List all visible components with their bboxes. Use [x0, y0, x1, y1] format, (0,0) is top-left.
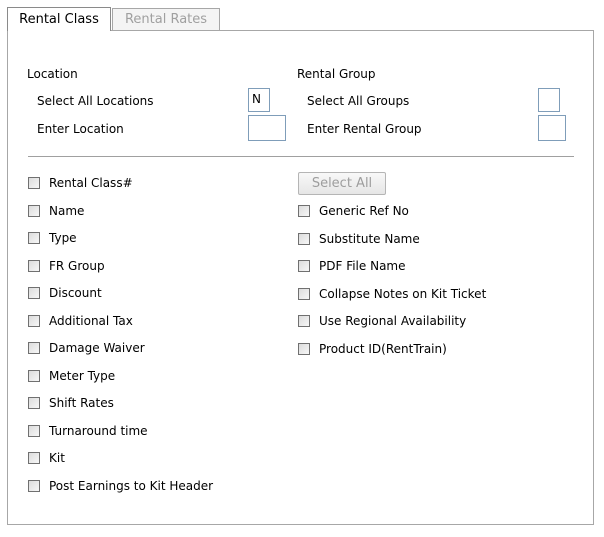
- checkbox-label: Kit: [49, 451, 65, 465]
- checkbox[interactable]: [298, 342, 310, 355]
- select-all-button[interactable]: Select All: [298, 172, 386, 195]
- checkbox-row[interactable]: Rental Class#: [28, 176, 133, 190]
- checkbox-row[interactable]: Shift Rates: [28, 396, 114, 410]
- select-all-groups-field[interactable]: [538, 88, 560, 112]
- checkbox-label: Post Earnings to Kit Header: [49, 478, 214, 493]
- checkbox-row[interactable]: Damage Waiver: [28, 341, 145, 355]
- checkbox[interactable]: [298, 205, 310, 217]
- rental-group-heading: Rental Group: [297, 67, 376, 81]
- checkbox-label: Shift Rates: [49, 396, 114, 410]
- checkbox-label: Turnaround time: [49, 423, 148, 438]
- checkbox-row[interactable]: Use Regional Availability: [298, 314, 466, 328]
- select-all-locations-label: Select All Locations: [37, 94, 154, 108]
- checkbox-row[interactable]: Name: [28, 204, 84, 218]
- checkbox-label: Type: [49, 231, 77, 245]
- checkbox-label: Generic Ref No: [319, 204, 409, 218]
- checkbox[interactable]: [28, 479, 40, 492]
- tab-rental-rates[interactable]: Rental Rates: [112, 8, 220, 30]
- checkbox-label: Meter Type: [49, 368, 116, 383]
- checkbox-row[interactable]: Collapse Notes on Kit Ticket: [298, 287, 486, 301]
- checkbox[interactable]: [298, 260, 310, 272]
- location-heading: Location: [27, 67, 78, 81]
- checkbox[interactable]: [28, 452, 40, 464]
- checkbox-label: Substitute Name: [319, 231, 420, 246]
- checkbox[interactable]: [298, 287, 310, 300]
- enter-rental-group-field[interactable]: [538, 115, 566, 141]
- checkbox-label: Rental Class#: [49, 176, 133, 190]
- checkbox-row[interactable]: Discount: [28, 286, 102, 300]
- tab-rental-class[interactable]: Rental Class: [7, 7, 111, 31]
- tab-rental-class-label: Rental Class: [19, 12, 99, 27]
- checkbox[interactable]: [28, 232, 40, 244]
- checkbox-label: PDF File Name: [319, 259, 406, 273]
- checkbox-row[interactable]: Meter Type: [28, 369, 115, 383]
- checkbox-label: Damage Waiver: [49, 341, 145, 355]
- enter-rental-group-label: Enter Rental Group: [307, 122, 422, 136]
- checkbox-row[interactable]: FR Group: [28, 259, 105, 273]
- checkbox[interactable]: [28, 204, 40, 217]
- checkbox[interactable]: [298, 232, 310, 245]
- checkbox-label: Use Regional Availability: [319, 314, 467, 328]
- tab-rental-rates-label: Rental Rates: [124, 12, 208, 27]
- section-divider: [28, 156, 574, 158]
- checkbox-row[interactable]: Substitute Name: [298, 232, 420, 246]
- checkbox-row[interactable]: PDF File Name: [298, 259, 406, 273]
- checkbox[interactable]: [28, 259, 40, 272]
- checkbox-label: FR Group: [49, 258, 105, 273]
- rental-class-panel: Location Select All Locations N Enter Lo…: [7, 30, 594, 525]
- enter-location-field[interactable]: [248, 115, 286, 141]
- checkbox-label: Additional Tax: [49, 313, 133, 328]
- checkbox[interactable]: [28, 314, 40, 327]
- select-all-groups-label: Select All Groups: [307, 94, 410, 108]
- checkbox[interactable]: [28, 397, 40, 409]
- checkbox[interactable]: [28, 342, 40, 354]
- checkbox-row[interactable]: Additional Tax: [28, 314, 133, 328]
- checkbox-label: Discount: [49, 286, 102, 300]
- select-all-button-label: Select All: [311, 176, 373, 191]
- select-all-locations-field[interactable]: N: [248, 88, 270, 112]
- checkbox-row[interactable]: Type: [28, 231, 77, 245]
- checkbox-label: Product ID(RentTrain): [319, 341, 447, 356]
- checkbox[interactable]: [298, 315, 310, 327]
- checkbox[interactable]: [28, 424, 40, 437]
- checkbox[interactable]: [28, 287, 40, 299]
- checkbox[interactable]: [28, 369, 40, 382]
- enter-location-label: Enter Location: [37, 122, 124, 136]
- checkbox[interactable]: [28, 177, 40, 189]
- checkbox-row[interactable]: Generic Ref No: [298, 204, 409, 218]
- checkbox-row[interactable]: Post Earnings to Kit Header: [28, 479, 213, 493]
- checkbox-row[interactable]: Turnaround time: [28, 424, 148, 438]
- checkbox-row[interactable]: Product ID(RentTrain): [298, 342, 447, 356]
- checkbox-row[interactable]: Kit: [28, 451, 65, 465]
- checkbox-label: Collapse Notes on Kit Ticket: [319, 286, 487, 301]
- checkbox-label: Name: [49, 203, 85, 218]
